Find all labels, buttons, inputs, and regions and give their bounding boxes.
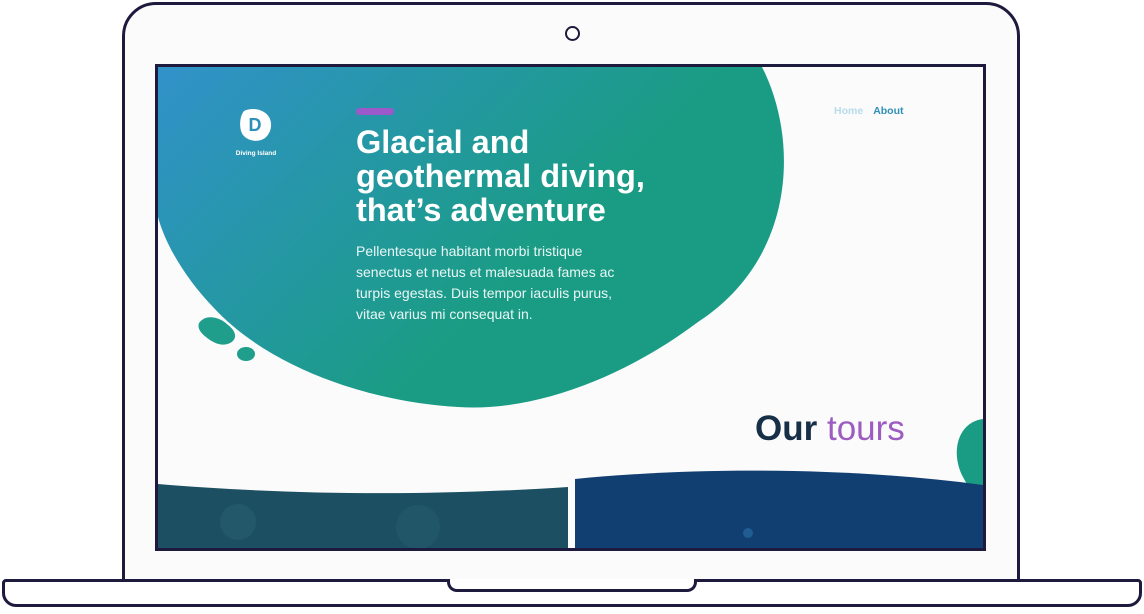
hero-title: Glacial and geothermal diving, that’s ad… bbox=[356, 125, 756, 227]
tours-heading-strong: Our bbox=[755, 409, 818, 448]
tour-card-right bbox=[575, 470, 983, 548]
logo-letter: D bbox=[249, 115, 262, 135]
webcam-icon bbox=[565, 26, 580, 41]
nav-home-link[interactable]: Home bbox=[834, 105, 863, 117]
tours-heading: Our tours bbox=[755, 409, 905, 449]
decor-blob-small bbox=[237, 347, 255, 361]
logo-text: Diving Island bbox=[235, 150, 277, 157]
laptop-notch bbox=[447, 579, 697, 592]
hero-title-line: geothermal diving, bbox=[356, 158, 645, 194]
website-screen: D Diving Island Glacial and geothermal d… bbox=[155, 64, 986, 551]
nav-about-link[interactable]: About bbox=[873, 105, 903, 117]
accent-bar bbox=[356, 108, 394, 115]
tour-card-left bbox=[158, 484, 568, 548]
hero-title-line: Glacial and bbox=[356, 124, 530, 160]
hero-title-line: that’s adventure bbox=[356, 192, 606, 228]
hero-description: Pellentesque habitant morbi tristique se… bbox=[356, 243, 615, 322]
main-nav: Home About bbox=[834, 105, 904, 117]
diving-island-logo-icon: D bbox=[240, 109, 272, 141]
logo[interactable]: D Diving Island bbox=[228, 107, 284, 157]
tours-heading-light: tours bbox=[826, 409, 905, 448]
